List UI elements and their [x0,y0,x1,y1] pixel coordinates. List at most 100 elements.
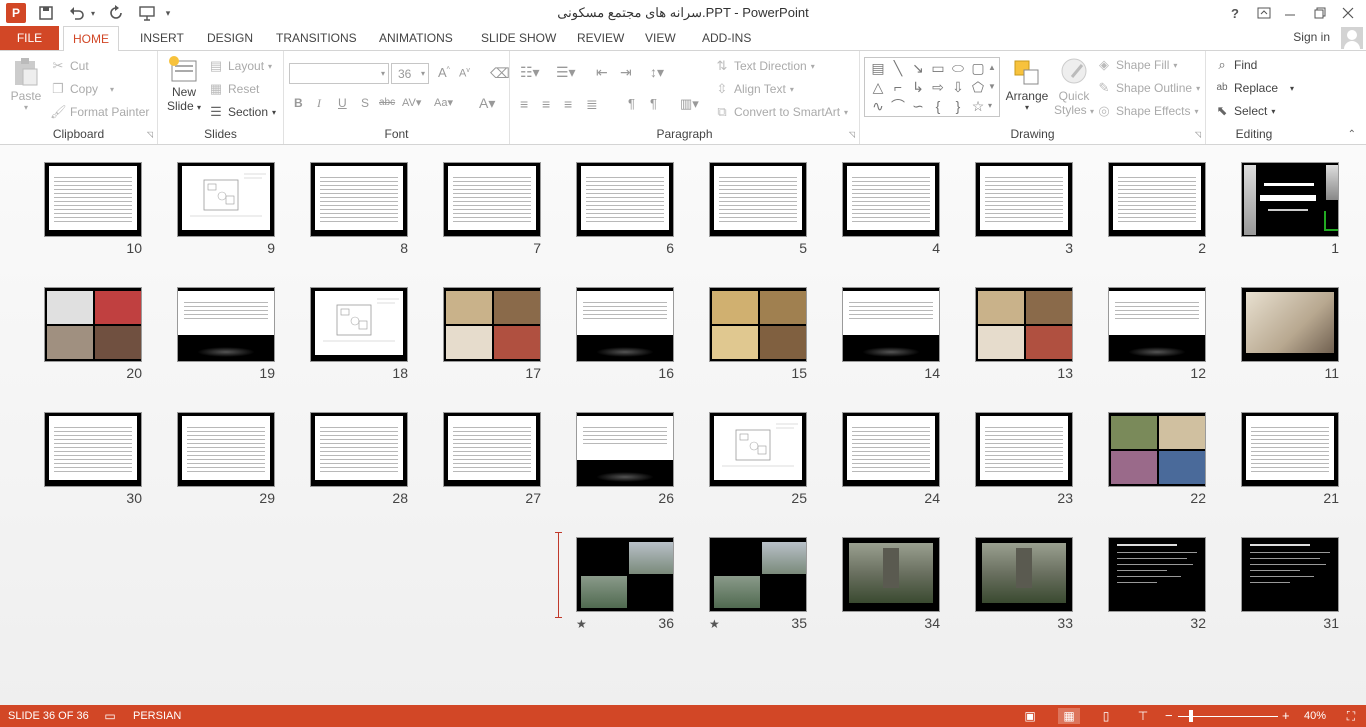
tab-review[interactable]: REVIEW [568,26,633,50]
zoom-in-button[interactable]: + [1282,708,1290,723]
decrease-indent-icon[interactable]: ⇤ [596,64,608,81]
increase-font-icon[interactable]: A^ [438,65,450,80]
slide-thumbnail[interactable] [1108,287,1206,362]
underline-icon[interactable]: U [338,96,347,110]
slide-thumbnail[interactable] [310,287,408,362]
left-to-right-icon[interactable]: ¶ [628,96,635,111]
pentagon-shape-icon[interactable]: ⬠ [968,78,988,97]
shape-effects-button[interactable]: ◎ Shape Effects ▾ [1096,103,1198,119]
slide-thumbnail[interactable] [1241,162,1339,237]
tab-file[interactable]: FILE [0,26,59,50]
slide-thumbnail[interactable] [975,287,1073,362]
reading-view-icon[interactable]: ▯ [1098,708,1114,724]
slide-thumbnail[interactable] [177,162,275,237]
tab-insert[interactable]: INSERT [131,26,193,50]
star-shape-icon[interactable]: ☆ [968,97,988,116]
copy-button[interactable]: ❐ Copy ▾ [50,81,114,97]
slide-thumbnail[interactable] [443,412,541,487]
slide-thumbnail[interactable] [1241,537,1339,612]
slide-thumbnail[interactable] [576,287,674,362]
tab-add-ins[interactable]: ADD-INS [693,26,760,50]
slide-thumbnail[interactable] [975,162,1073,237]
undo-dropdown-icon[interactable]: ▾ [88,3,98,23]
justify-icon[interactable]: ≣ [586,96,598,113]
shapes-scroll-icons[interactable]: ▲ ▼ ▾ [988,58,998,115]
undo-icon[interactable] [66,3,88,23]
collapse-ribbon-icon[interactable]: ⌃ [1348,129,1356,140]
slide-thumbnail[interactable] [1241,412,1339,487]
restore-icon[interactable] [1312,3,1328,23]
zoom-out-button[interactable]: − [1165,708,1173,723]
quick-styles-button[interactable]: Quick Styles ▾ [1054,57,1094,117]
slide-thumbnail[interactable] [1108,537,1206,612]
slide-thumbnail[interactable] [177,412,275,487]
character-spacing-icon[interactable]: AV▾ [402,96,421,109]
align-text-button[interactable]: ⇳ Align Text ▾ [714,81,794,97]
slide-show-view-icon[interactable]: ⊤ [1135,708,1151,724]
line-spacing-icon[interactable]: ↕▾ [650,64,664,81]
powerpoint-app-icon[interactable]: P [6,3,26,23]
tab-home[interactable]: HOME [63,26,119,51]
zoom-slider[interactable] [1178,716,1278,717]
slide-thumbnail[interactable] [1108,412,1206,487]
slide-thumbnail[interactable] [576,162,674,237]
right-brace-shape-icon[interactable]: } [948,97,968,116]
shape-fill-button[interactable]: ◈ Shape Fill ▾ [1096,57,1177,73]
layout-button[interactable]: ▤ Layout ▾ [208,58,272,74]
align-right-icon[interactable]: ≡ [564,96,572,112]
arrow-line-shape-icon[interactable]: ↘ [908,59,928,78]
slide-thumbnail[interactable] [709,287,807,362]
select-button[interactable]: ⬉ Select ▾ [1214,103,1276,119]
bullets-icon[interactable]: ☷▾ [520,64,540,81]
section-button[interactable]: ☰ Section ▾ [208,104,276,120]
slide-thumbnail[interactable] [310,412,408,487]
slide-thumbnail[interactable] [1108,162,1206,237]
minimize-icon[interactable] [1282,3,1298,23]
slide-thumbnail[interactable] [177,287,275,362]
spellcheck-icon[interactable]: ▭ [102,708,118,724]
font-color-icon[interactable]: A▾ [479,95,495,112]
slide-thumbnail[interactable] [44,162,142,237]
save-icon[interactable] [36,3,56,23]
triangle-shape-icon[interactable]: △ [868,78,888,97]
curve-shape-icon[interactable]: ∿ [868,97,888,116]
decrease-font-icon[interactable]: Av [459,67,470,80]
tab-animations[interactable]: ANIMATIONS [370,26,462,50]
left-brace-shape-icon[interactable]: { [928,97,948,116]
tab-design[interactable]: DESIGN [198,26,262,50]
slide-sorter[interactable]: 1 2 3 4 5 6 7 8 9 10 11 12 13 14 15 16 17 18 19 20 21 22 23 24 2… [0,145,1366,705]
oval-shape-icon[interactable]: ⬭ [948,59,968,78]
zoom-slider-thumb[interactable] [1189,710,1193,722]
format-painter-button[interactable]: 🖌 Format Painter [50,104,149,120]
avatar[interactable] [1341,27,1363,49]
slide-thumbnail[interactable] [44,412,142,487]
reset-button[interactable]: ▦ Reset [208,81,260,97]
language-indicator[interactable]: PERSIAN [133,710,181,722]
slide-thumbnail[interactable] [576,537,674,612]
cut-button[interactable]: ✂ Cut [50,58,89,74]
slide-sorter-view-icon[interactable]: ▦ [1058,708,1080,724]
convert-smartart-button[interactable]: ⧉ Convert to SmartArt ▾ [714,104,848,120]
italic-icon[interactable]: I [317,96,321,111]
close-icon[interactable] [1340,3,1356,23]
change-case-icon[interactable]: Aa▾ [434,96,453,109]
ribbon-display-options-icon[interactable] [1256,3,1272,23]
right-to-left-icon[interactable]: ¶ [650,96,657,111]
slide-thumbnail[interactable] [709,162,807,237]
font-size-combo[interactable]: 36 ▾ [391,63,429,84]
slide-thumbnail[interactable] [975,537,1073,612]
tab-view[interactable]: VIEW [636,26,685,50]
paragraph-launcher-icon[interactable]: ◹ [849,130,855,139]
freeform-shape-icon[interactable]: ∽ [908,97,928,116]
customize-toolbar-icon[interactable]: ▾ [162,3,174,23]
slide-thumbnail[interactable] [709,412,807,487]
slide-thumbnail[interactable] [842,162,940,237]
tab-slide-show[interactable]: SLIDE SHOW [472,26,565,50]
slide-thumbnail[interactable] [576,412,674,487]
right-arrow-shape-icon[interactable]: ⇨ [928,78,948,97]
drawing-launcher-icon[interactable]: ◹ [1195,130,1201,139]
shadow-icon[interactable]: S [361,96,369,110]
down-arrow-shape-icon[interactable]: ⇩ [948,78,968,97]
strikethrough-icon[interactable]: abc [379,97,395,108]
clipboard-launcher-icon[interactable]: ◹ [147,130,153,139]
